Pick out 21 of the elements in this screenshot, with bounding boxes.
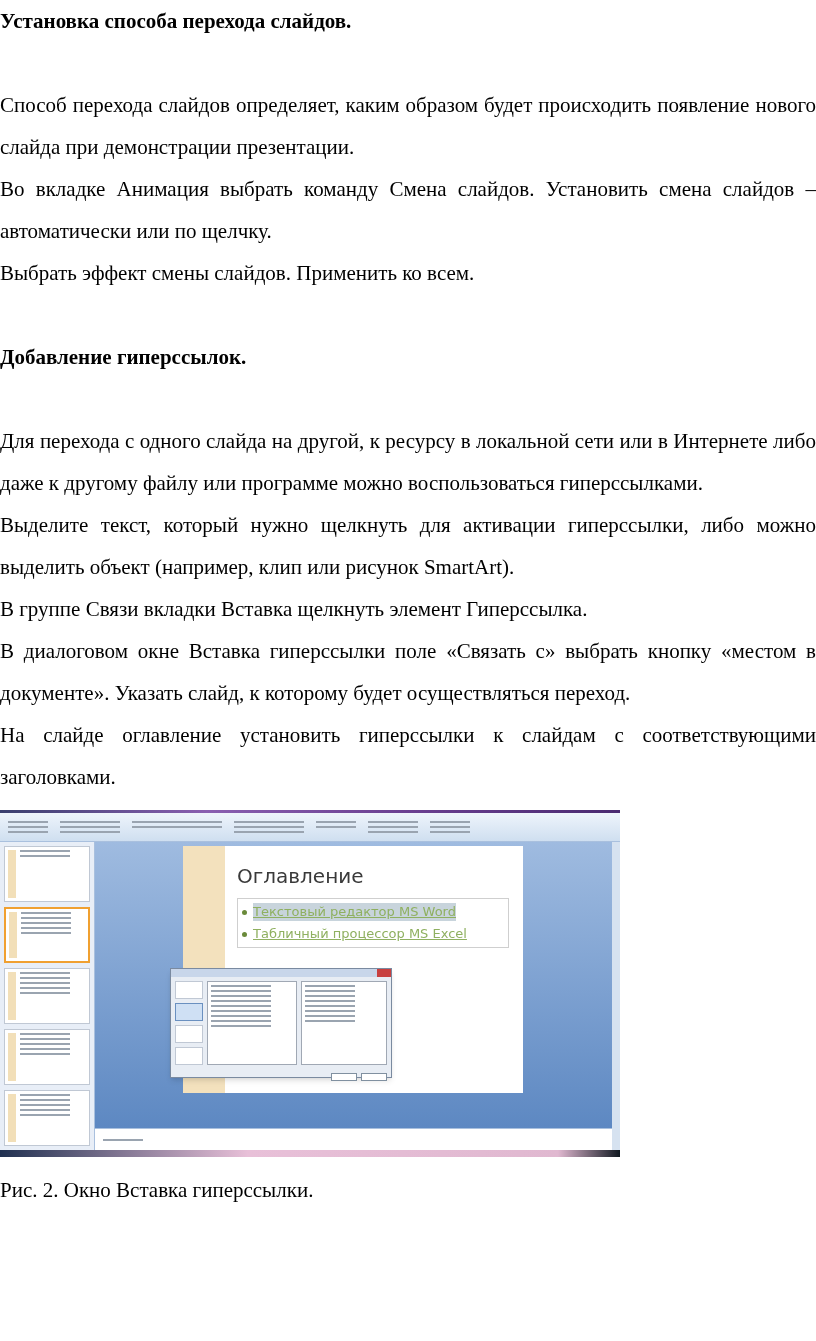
paragraph: Выделите текст, который нужно щелкнуть для активации гиперссылки, либо можно выделить объект (например, клип или рисунок SmartArt). bbox=[0, 512, 816, 581]
link-type-option bbox=[175, 981, 203, 999]
paragraph: На слайде оглавление установить гиперссылки к слайдам с соответствующими заголовками. bbox=[0, 722, 816, 791]
link-type-option bbox=[175, 1047, 203, 1065]
paragraph: Выбрать эффект смены слайдов. Применить ко всем. bbox=[0, 260, 476, 287]
hyperlink: Табличный процессор MS Excel bbox=[253, 925, 467, 944]
paragraph: В группе Связи вкладки Вставка щелкнуть элемент Гиперссылка. bbox=[0, 596, 589, 623]
paragraph: Во вкладке Анимация выбрать команду Смена слайдов. Установить смена слайдов – автоматически или по щелчку. bbox=[0, 176, 816, 245]
paragraph: Способ перехода слайдов определяет, каким образом будет происходить появление нового слайда при демонстрации презентации. bbox=[0, 92, 816, 161]
section-heading: Добавление гиперссылок. bbox=[0, 344, 248, 371]
paragraph: Для перехода с одного слайда на другой, к ресурсу в локальной сети или в Интернете либо даже к другому файлу или программе можно воспользоваться гиперссылками. bbox=[0, 428, 816, 497]
figure-caption: Рис. 2. Окно Вставка гиперссылки. bbox=[0, 1177, 315, 1204]
bullet-icon bbox=[242, 932, 247, 937]
link-type-option bbox=[175, 1003, 203, 1021]
slide-title: Оглавление bbox=[237, 863, 365, 891]
paragraph: В диалоговом окне Вставка гиперссылки поле «Связать с» выбрать кнопку «местом в документе». Указать слайд, к которому будет осуществляться переход. bbox=[0, 638, 816, 707]
bullet-icon bbox=[242, 910, 247, 915]
section-heading: Установка способа перехода слайдов. bbox=[0, 8, 353, 35]
hyperlink: Текстовый редактор MS Word bbox=[253, 903, 456, 922]
link-type-option bbox=[175, 1025, 203, 1043]
close-icon bbox=[377, 969, 391, 977]
